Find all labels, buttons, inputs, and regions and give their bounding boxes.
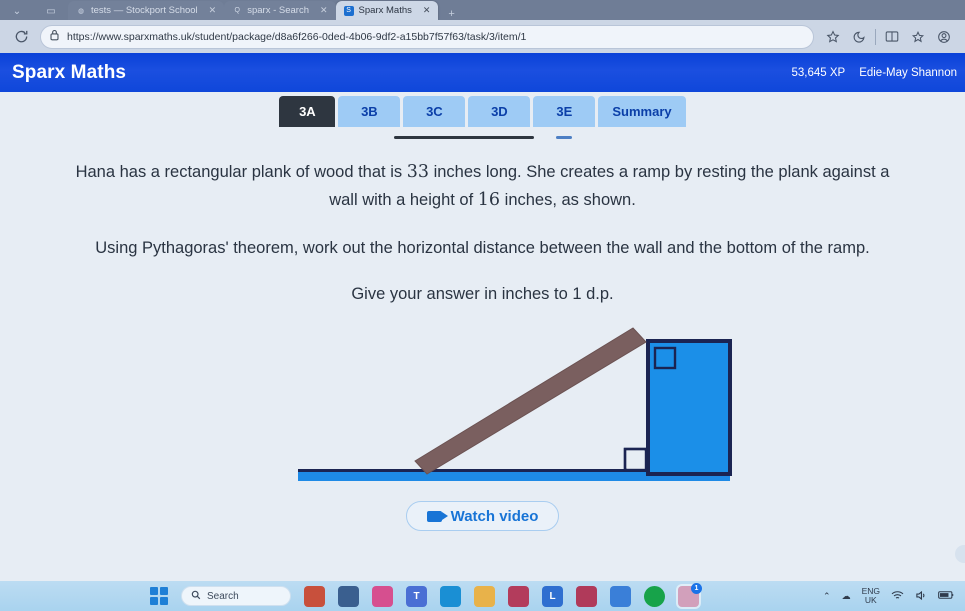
main-content: 3A 3B 3C 3D 3E Summary Hana has a rectan… bbox=[0, 92, 965, 581]
watch-video-label: Watch video bbox=[450, 507, 539, 525]
address-bar[interactable]: https://www.sparxmaths.uk/student/packag… bbox=[40, 24, 814, 49]
question-line1-part1: Hana has a rectangular plank of wood tha… bbox=[75, 163, 407, 181]
plank-length-value: 33 bbox=[406, 162, 429, 182]
language-line2: UK bbox=[864, 595, 877, 605]
screen: ⌄ ▭ ◍ tests — Stockport School ✕ Q sparx… bbox=[0, 0, 965, 611]
sparx-icon: S bbox=[343, 5, 354, 16]
taskbar-drive-icon[interactable] bbox=[610, 585, 631, 607]
question-paragraph-2: Using Pythagoras' theorem, work out the … bbox=[95, 238, 870, 257]
chevron-up-icon[interactable]: ⌃ bbox=[823, 591, 831, 602]
system-tray: ⌃ ☁ ENG UK bbox=[823, 587, 965, 605]
watch-video-row: Watch video bbox=[0, 501, 965, 532]
url-text: https://www.sparxmaths.uk/student/packag… bbox=[67, 30, 527, 43]
question-paragraph-1: Hana has a rectangular plank of wood tha… bbox=[70, 158, 895, 215]
search-input[interactable]: Search bbox=[181, 586, 291, 606]
taskbar-folder-icon[interactable] bbox=[474, 585, 495, 607]
browser-tab-2[interactable]: S Sparx Maths ✕ bbox=[335, 1, 439, 20]
tab-search-button[interactable]: ⌄ bbox=[0, 2, 34, 20]
close-icon[interactable]: ✕ bbox=[320, 5, 328, 16]
taskbar-spotify-icon[interactable] bbox=[644, 585, 665, 607]
browser-tab-strip: ⌄ ▭ ◍ tests — Stockport School ✕ Q sparx… bbox=[0, 0, 965, 20]
taskbar-file-explorer-icon[interactable] bbox=[338, 585, 359, 607]
windows-taskbar: Search T L 1 ⌃ ☁ ENG UK bbox=[0, 581, 965, 611]
taskbar-copilot-icon[interactable] bbox=[372, 585, 393, 607]
video-camera-icon bbox=[426, 510, 448, 522]
app-header: Sparx Maths 53,645 XP Edie-May Shannon bbox=[0, 53, 965, 92]
profile-icon[interactable] bbox=[931, 24, 957, 50]
question-paragraph-3: Give your answer in inches to 1 d.p. bbox=[351, 285, 614, 304]
right-angle-marker-bottom bbox=[623, 447, 648, 472]
close-icon[interactable]: ✕ bbox=[423, 5, 431, 16]
progress-bar bbox=[393, 135, 534, 139]
tab-3e[interactable]: 3E bbox=[533, 96, 596, 127]
taskbar-firefox-icon[interactable] bbox=[576, 585, 597, 607]
collections-icon[interactable] bbox=[905, 24, 931, 50]
taskbar-apps: Search T L 1 bbox=[150, 582, 823, 607]
tab-list-button[interactable]: ▭ bbox=[34, 2, 68, 20]
ramp-diagram bbox=[0, 320, 965, 495]
question-line1-part3: inches, as shown. bbox=[500, 191, 636, 210]
notification-badge: 1 bbox=[691, 582, 702, 594]
tab-3b[interactable]: 3B bbox=[338, 96, 401, 127]
taskbar-lightroom-icon[interactable]: L bbox=[542, 585, 563, 607]
xp-counter: 53,645 XP bbox=[791, 66, 846, 79]
browser-tab-title: sparx - Search bbox=[247, 5, 309, 16]
browser-tab-1[interactable]: Q sparx - Search ✕ bbox=[224, 1, 336, 20]
language-indicator[interactable]: ENG UK bbox=[862, 587, 880, 605]
tab-3a[interactable]: 3A bbox=[279, 96, 336, 127]
volume-icon[interactable] bbox=[915, 590, 927, 603]
browser-tab-title: Sparx Maths bbox=[358, 5, 412, 16]
question-text: Hana has a rectangular plank of wood tha… bbox=[0, 158, 965, 308]
wifi-icon[interactable] bbox=[891, 590, 904, 603]
battery-icon[interactable] bbox=[938, 590, 955, 602]
header-right: 53,645 XP Edie-May Shannon bbox=[791, 67, 957, 79]
search-icon bbox=[191, 590, 201, 603]
split-screen-icon[interactable] bbox=[879, 24, 905, 50]
user-name[interactable]: Edie-May Shannon bbox=[859, 67, 957, 79]
taskbar-photos-icon[interactable]: 1 bbox=[678, 582, 702, 607]
watch-video-button[interactable]: Watch video bbox=[405, 501, 560, 532]
search-placeholder: Search bbox=[207, 590, 239, 602]
close-icon[interactable]: ✕ bbox=[209, 5, 217, 16]
tab-3d[interactable]: 3D bbox=[468, 96, 531, 127]
browser-tab-title: tests — Stockport School bbox=[91, 5, 198, 16]
tab-3c[interactable]: 3C bbox=[403, 96, 466, 127]
plank bbox=[414, 327, 647, 475]
taskbar-store-icon[interactable] bbox=[508, 585, 529, 607]
ramp-diagram-svg bbox=[298, 327, 732, 482]
star-icon[interactable] bbox=[820, 24, 846, 50]
onedrive-icon[interactable]: ☁ bbox=[842, 591, 851, 602]
progress-dash bbox=[555, 135, 572, 139]
browser-toolbar: https://www.sparxmaths.uk/student/packag… bbox=[0, 20, 965, 53]
reload-icon[interactable] bbox=[8, 24, 34, 50]
taskbar-sparx-app-icon[interactable] bbox=[304, 585, 325, 607]
taskbar-edge-icon[interactable] bbox=[440, 585, 461, 607]
app-brand[interactable]: Sparx Maths bbox=[12, 62, 126, 84]
search-icon: Q bbox=[234, 7, 240, 14]
lock-icon bbox=[49, 28, 60, 46]
wall-height-value: 16 bbox=[477, 190, 501, 211]
browser-tab-0[interactable]: ◍ tests — Stockport School ✕ bbox=[68, 1, 225, 20]
task-tabs: 3A 3B 3C 3D 3E Summary bbox=[0, 92, 965, 127]
taskbar-teams-icon[interactable]: T bbox=[406, 585, 427, 607]
tab-summary[interactable]: Summary bbox=[598, 96, 686, 127]
wall-block bbox=[646, 339, 732, 477]
windows-start-icon[interactable] bbox=[150, 587, 168, 605]
progress-indicator bbox=[0, 134, 965, 140]
new-tab-button[interactable]: + bbox=[438, 8, 464, 20]
copilot-icon[interactable] bbox=[846, 24, 872, 50]
globe-icon: ◍ bbox=[77, 7, 85, 15]
toolbar-divider bbox=[875, 28, 876, 45]
